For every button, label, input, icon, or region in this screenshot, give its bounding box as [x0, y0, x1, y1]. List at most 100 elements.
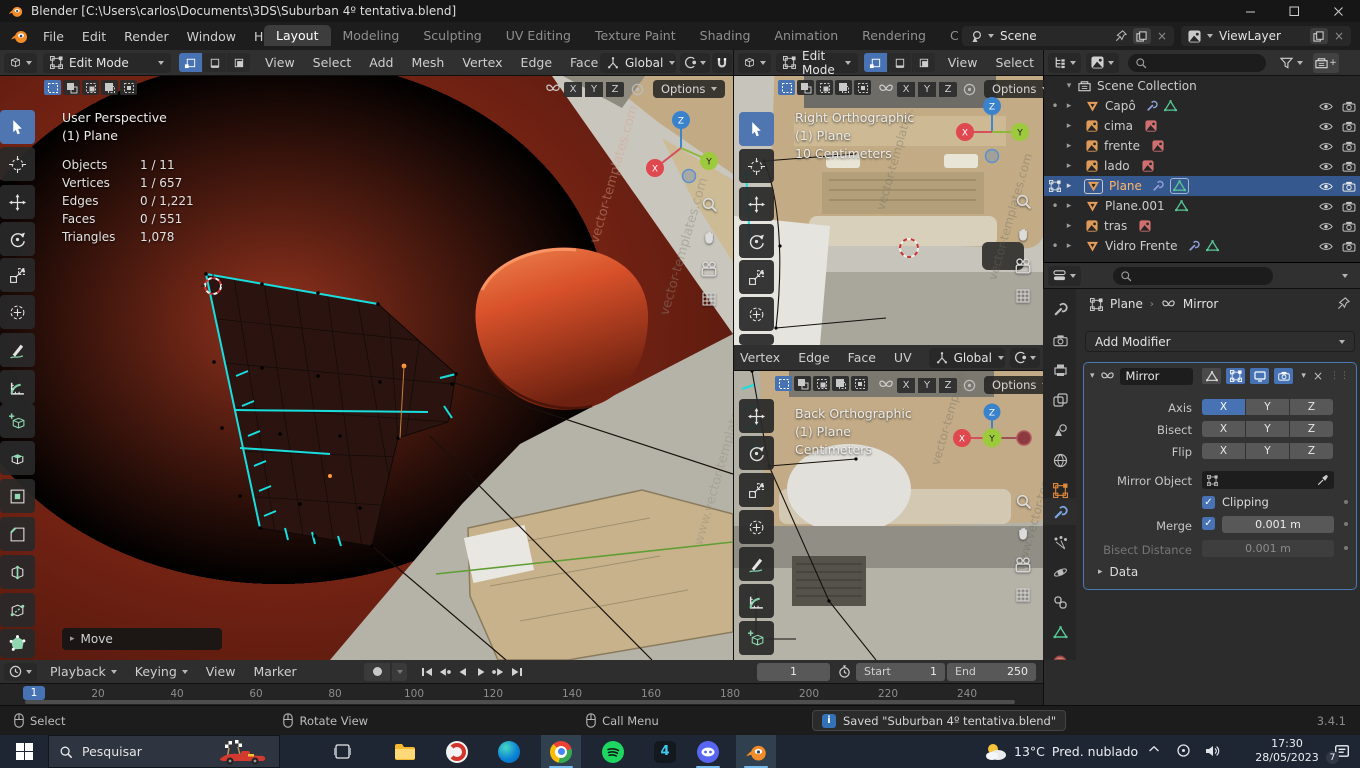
transform-tool[interactable]: [739, 510, 774, 544]
annotate-tool[interactable]: [739, 547, 774, 581]
breadcrumb-object[interactable]: Plane: [1110, 297, 1143, 311]
select-box-icon[interactable]: [778, 80, 795, 95]
editor-type-button[interactable]: [4, 52, 37, 73]
mirror-icon[interactable]: [878, 83, 894, 95]
edge-icon[interactable]: [489, 735, 529, 768]
navigation-gizmo-br[interactable]: Z X Y: [948, 400, 1038, 466]
move-tool[interactable]: [739, 399, 774, 433]
disable-render-icon[interactable]: [1342, 141, 1356, 152]
toggle-render-icon[interactable]: [1274, 368, 1294, 384]
menu-view[interactable]: View: [256, 55, 304, 70]
select-box-icon[interactable]: [775, 376, 792, 391]
end-frame-field[interactable]: End 250: [947, 662, 1036, 681]
mirror-y-button[interactable]: Y: [918, 377, 936, 393]
bevel-tool[interactable]: [0, 517, 35, 551]
menu-vertex-br[interactable]: Vertex: [734, 350, 789, 365]
breadcrumb-modifier[interactable]: Mirror: [1183, 297, 1218, 311]
auto-key-options-icon[interactable]: [392, 662, 407, 681]
new-scene-icon[interactable]: [1132, 28, 1151, 44]
select-box-icon[interactable]: [44, 80, 61, 95]
menu-uv-br[interactable]: UV: [885, 350, 921, 365]
menu-select[interactable]: Select: [304, 55, 361, 70]
mirror-icon[interactable]: [545, 83, 561, 95]
pin-icon[interactable]: [1115, 30, 1127, 42]
outliner-row-scene-collection[interactable]: ▾ Scene Collection: [1044, 76, 1360, 96]
clock-widget[interactable]: 17:30 28/05/2023: [1248, 737, 1326, 765]
current-frame-field[interactable]: 1: [757, 662, 830, 681]
jump-to-end-button[interactable]: [508, 664, 525, 680]
menu-select-right[interactable]: Select: [986, 55, 1043, 70]
menu-playback[interactable]: Playback: [41, 664, 126, 679]
bisect-y-button[interactable]: Y: [1246, 421, 1289, 437]
select-intersect-icon[interactable]: [851, 376, 868, 391]
editor-type-button-right[interactable]: [738, 52, 771, 73]
vertex-select-button[interactable]: [863, 53, 887, 72]
tab-tool[interactable]: [1051, 300, 1069, 318]
transform-orientation-dropdown[interactable]: Global: [600, 52, 676, 73]
scene-selector[interactable]: Scene ×: [962, 26, 1174, 46]
select-extend-icon[interactable]: [794, 376, 811, 391]
next-keyframe-button[interactable]: [490, 664, 507, 680]
mirror-z-button[interactable]: Z: [939, 81, 957, 97]
expand-icon[interactable]: ▾: [1090, 371, 1095, 381]
app-icon-red[interactable]: [437, 735, 477, 768]
loop-cut-tool[interactable]: [0, 555, 35, 589]
mirror-x-button[interactable]: X: [897, 81, 915, 97]
add-cube-tool[interactable]: [739, 621, 774, 655]
select-intersect-icon[interactable]: [120, 80, 137, 95]
properties-search-input[interactable]: [1113, 266, 1273, 285]
tray-app-icon[interactable]: [1176, 743, 1191, 758]
tab-particles[interactable]: [1051, 533, 1069, 551]
poly-build-tool[interactable]: [0, 629, 35, 658]
select-subtract-icon[interactable]: [816, 80, 833, 95]
tab-modeling[interactable]: Modeling: [331, 25, 412, 46]
disable-render-icon[interactable]: [1342, 101, 1356, 112]
flip-z-button[interactable]: Z: [1290, 443, 1333, 459]
pan-hand-icon[interactable]: [1012, 223, 1034, 245]
pan-hand-icon[interactable]: [698, 226, 720, 248]
bisect-x-button[interactable]: X: [1202, 421, 1245, 437]
disable-render-icon[interactable]: [1342, 221, 1356, 232]
mirror-z-button[interactable]: Z: [606, 81, 624, 97]
orientation-dropdown-br[interactable]: Global: [928, 347, 1005, 368]
outliner-row-plane001[interactable]: • ▸ Plane.001: [1044, 196, 1360, 216]
clipping-checkbox[interactable]: ✓: [1202, 495, 1215, 509]
cursor-tool[interactable]: [0, 147, 35, 181]
menu-add[interactable]: Add: [360, 55, 402, 70]
axis-y-button[interactable]: Y: [1246, 399, 1289, 415]
pan-hand-icon[interactable]: [1012, 522, 1034, 544]
select-subtract-icon[interactable]: [813, 376, 830, 391]
disable-render-icon[interactable]: [1342, 161, 1356, 172]
tab-sculpting[interactable]: Sculpting: [411, 25, 493, 46]
disable-render-icon[interactable]: [1342, 121, 1356, 132]
clipping-row[interactable]: ✓ Clipping: [1202, 495, 1269, 509]
use-preview-range-icon[interactable]: [838, 665, 851, 678]
menu-window[interactable]: Window: [178, 29, 245, 44]
snap-target-button[interactable]: [680, 52, 710, 73]
tab-view-layer[interactable]: [1051, 391, 1069, 409]
discord-icon[interactable]: [688, 735, 728, 768]
mirror-z-button[interactable]: Z: [939, 377, 957, 393]
flip-x-button[interactable]: X: [1202, 443, 1245, 459]
move-tool[interactable]: [0, 185, 35, 219]
viewport-options-button[interactable]: Options: [653, 80, 726, 98]
hide-eye-icon[interactable]: [1319, 142, 1333, 151]
bisect-z-button[interactable]: Z: [1290, 421, 1333, 437]
merge-value-field[interactable]: 0.001 m: [1222, 516, 1334, 533]
tab-rendering[interactable]: Rendering: [850, 25, 938, 46]
hide-eye-icon[interactable]: [1319, 182, 1333, 191]
viewlayer-selector[interactable]: ViewLayer ×: [1181, 26, 1351, 46]
mode-dropdown[interactable]: Edit Mode: [43, 52, 171, 73]
tab-layout[interactable]: Layout: [264, 25, 331, 46]
tab-compositing[interactable]: Compositing: [938, 25, 958, 46]
ortho-grid-icon[interactable]: [698, 288, 720, 310]
tab-constraints[interactable]: [1051, 593, 1069, 611]
tab-texture-paint[interactable]: Texture Paint: [583, 25, 688, 46]
remove-viewlayer-icon[interactable]: ×: [1334, 29, 1344, 43]
inset-faces-tool[interactable]: [0, 479, 35, 513]
cursor-tool[interactable]: [739, 149, 774, 183]
mirror-y-button[interactable]: Y: [585, 81, 603, 97]
new-viewlayer-icon[interactable]: [1309, 28, 1328, 44]
hide-eye-icon[interactable]: [1319, 102, 1333, 111]
menu-edge-br[interactable]: Edge: [789, 350, 838, 365]
